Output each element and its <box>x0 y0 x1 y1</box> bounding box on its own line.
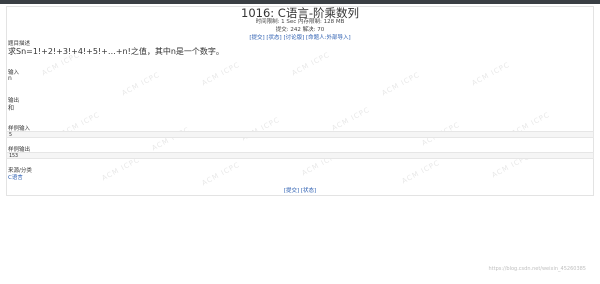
submit-link[interactable]: [提交] <box>249 35 264 41</box>
problem-links: [提交] [状态] [讨论版] [命题人:外部导入] <box>0 33 600 41</box>
problem-stats: 提交: 242 解决: 70 <box>275 27 325 33</box>
status-link[interactable]: [状态] <box>266 35 281 41</box>
author-link[interactable]: [命题人:外部导入] <box>306 35 351 41</box>
output-text: 和 <box>8 105 15 112</box>
sample-output-box: 153 <box>6 152 594 159</box>
csdn-watermark: https://blog.csdn.net/weixin_45260385 <box>488 266 586 272</box>
bottom-links: [提交] [状态] <box>0 186 600 194</box>
top-nav-bar <box>0 0 600 4</box>
source-value[interactable]: C语言 <box>8 173 23 181</box>
bottom-submit-link[interactable]: [提交] <box>284 188 299 194</box>
sample-input-box: 5 <box>6 131 594 138</box>
bottom-status-link[interactable]: [状态] <box>301 188 316 194</box>
problem-limits: 时间限制: 1 Sec 内存限制: 128 MB <box>255 19 345 25</box>
description-text: 求Sn=1!+2!+3!+4!+5!+…+n!之值，其中n是一个数字。 <box>8 47 224 56</box>
input-text: n <box>8 75 12 82</box>
discuss-link[interactable]: [讨论版] <box>283 35 304 41</box>
